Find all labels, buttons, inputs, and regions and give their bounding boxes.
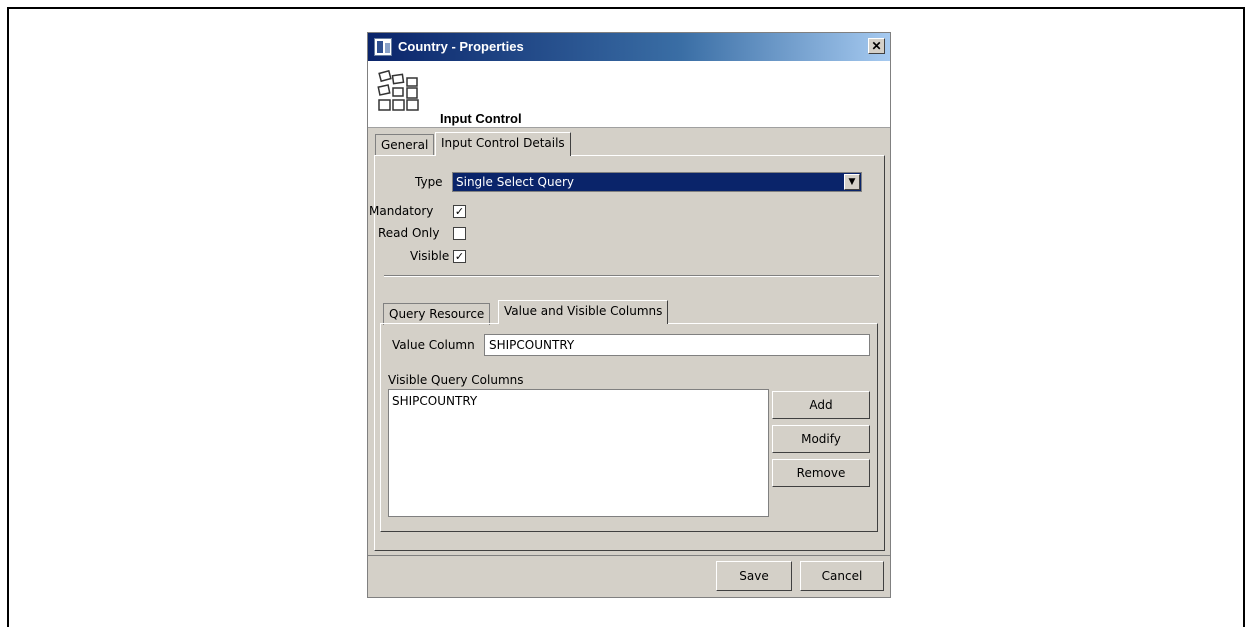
tab-value-and-visible-columns[interactable]: Value and Visible Columns: [498, 300, 669, 324]
mandatory-label: Mandatory: [369, 204, 434, 218]
details-panel: Type Single Select Query ▼ Mandatory ✓ R…: [369, 155, 885, 551]
mandatory-checkbox[interactable]: ✓: [453, 205, 466, 218]
save-button[interactable]: Save: [716, 561, 792, 591]
value-column-label: Value Column: [392, 338, 475, 352]
tab-general[interactable]: General: [375, 134, 435, 156]
type-label: Type: [415, 175, 443, 189]
separator: [384, 275, 879, 277]
add-button[interactable]: Add: [772, 391, 870, 419]
read-only-label: Read Only: [378, 226, 440, 240]
input-control-icon: [377, 70, 419, 111]
modify-button[interactable]: Modify: [772, 425, 870, 453]
dialog-footer: Save Cancel: [368, 555, 890, 598]
list-item[interactable]: SHIPCOUNTRY: [392, 394, 477, 408]
chevron-down-icon[interactable]: ▼: [844, 174, 860, 190]
type-select-value: Single Select Query: [456, 175, 575, 189]
tab-query-resource[interactable]: Query Resource: [383, 303, 491, 325]
visible-checkbox[interactable]: ✓: [453, 250, 466, 263]
window-title: Country - Properties: [398, 39, 524, 54]
value-column-input[interactable]: SHIPCOUNTRY: [484, 334, 870, 356]
cancel-button[interactable]: Cancel: [800, 561, 884, 591]
visible-label: Visible: [410, 249, 450, 263]
remove-button[interactable]: Remove: [772, 459, 870, 487]
app-icon: [374, 38, 392, 56]
visible-columns-label: Visible Query Columns: [388, 373, 524, 387]
title-bar[interactable]: Country - Properties ✕: [368, 33, 890, 61]
dialog-header: Input Control: [368, 61, 890, 128]
close-button[interactable]: ✕: [868, 38, 885, 54]
tab-input-control-details[interactable]: Input Control Details: [435, 132, 571, 156]
read-only-checkbox[interactable]: [453, 227, 466, 240]
header-title: Input Control: [440, 111, 522, 126]
columns-panel: Value Column SHIPCOUNTRY Visible Query C…: [380, 323, 878, 532]
visible-columns-list[interactable]: SHIPCOUNTRY: [388, 389, 769, 517]
type-select[interactable]: Single Select Query ▼: [452, 172, 862, 192]
properties-dialog: Country - Properties ✕ Input Control Gen…: [367, 32, 891, 598]
